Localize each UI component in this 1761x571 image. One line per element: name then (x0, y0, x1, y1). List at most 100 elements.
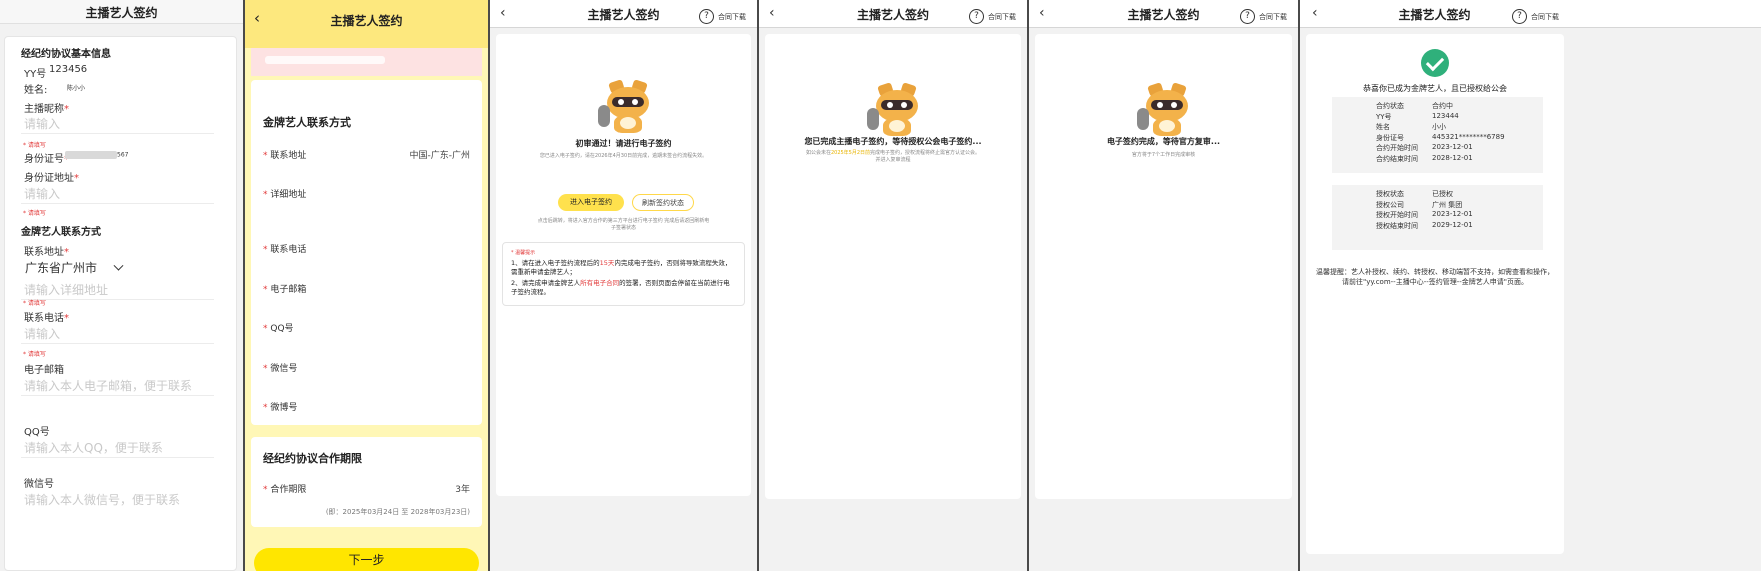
panel-esign-start: ‹ 主播艺人签约 ? 合同下载 初审通过！请进行电子签约 您已进入电子签约，请在… (490, 0, 757, 571)
contract-row-value: 小小 (1432, 123, 1446, 131)
contract-row-key: YY号 (1376, 112, 1392, 121)
page-title: 主播艺人签约 (587, 8, 660, 22)
section-title-contact: 金牌艺人联系方式 (263, 116, 351, 129)
id-address-input[interactable]: 请输入 (24, 185, 60, 202)
auth-row-key: 授权状态 (1376, 190, 1404, 198)
id-number-value[interactable]: 567 (65, 151, 128, 159)
panel-await-review: ‹ 主播艺人签约 ? 合同下载 电子签约完成，等待官方复审... 官方将于7个工… (1029, 0, 1298, 571)
contract-row-key: 姓名 (1376, 123, 1390, 131)
wechat-label: 微信号 (24, 479, 54, 490)
required-tip: * 请填写 (23, 142, 46, 149)
nav-bar: ‹ 主播艺人签约 ? 合同下载 (490, 0, 757, 28)
auth-row-value: 2029-12-01 (1432, 220, 1473, 229)
contact-address-label: 联系地址* (24, 247, 69, 258)
email-input[interactable]: 请输入本人电子邮箱，便于联系 (24, 377, 192, 394)
page-title: 主播艺人签约 (85, 6, 158, 20)
name-label: 姓名: (24, 85, 48, 96)
contract-row-value: 445321********6789 (1432, 132, 1505, 141)
status-description: 如公会未在2025年5月2日前完成电子签约，授权流程将终止需官方认证公会。并进入… (805, 150, 981, 163)
status-title: 电子签约完成，等待官方复审... (1106, 137, 1221, 146)
status-card: 初审通过！请进行电子签约 您已进入电子签约，请在2026年4月30日前完成，逾期… (496, 34, 751, 496)
reminder-line-1: 温馨提醒：艺人补授权、续约、转授权、移动端暂不支持，如需查看和操作， (1316, 268, 1554, 276)
esign-hint: 点击后跳转，将进入官方合作的第三方平台进行电子签约 完成后请返回刷新电子签署状态 (537, 218, 710, 231)
status-card: 电子签约完成，等待官方复审... 官方将于7个工作日完成审核 (1035, 34, 1292, 499)
contract-info-box: 合约状态 合约中 YY号 123444 姓名 小小 身份证号 445321********67… (1332, 97, 1543, 173)
period-label: * 合作期限 (263, 485, 307, 495)
reminder-line-2: 请前往"yy.com--主播中心--签约管理--金牌艺人申请"页面。 (1341, 278, 1529, 286)
divider (21, 395, 214, 396)
warm-tips-box: * 温馨提示 1、请在进入电子签约流程后的15天内完成电子签约，否则将导致流程失… (502, 242, 745, 306)
contract-row-key: 合约状态 (1376, 102, 1404, 110)
status-title: 您已完成主播电子签约，等待授权公会电子签约... (804, 137, 982, 146)
divider (21, 133, 214, 134)
screenshot-strip: 主播艺人签约 经纪约协议基本信息 YY号 123456 姓名: 陈小小 主播昵称… (0, 0, 1761, 571)
yy-label: YY号 (24, 69, 47, 80)
status-card: 您已完成主播电子签约，等待授权公会电子签约... 如公会未在2025年5月2日前… (765, 34, 1021, 499)
next-button[interactable]: 下一步 (254, 548, 479, 571)
contract-row-key: 身份证号 (1376, 133, 1404, 142)
panel-form-basic: 主播艺人签约 经纪约协议基本信息 YY号 123456 姓名: 陈小小 主播昵称… (0, 0, 243, 571)
nickname-input[interactable]: 请输入 (24, 115, 60, 132)
status-description: 官方将于7个工作日完成审核 (1131, 152, 1196, 158)
phone-input[interactable]: 请输入 (24, 325, 60, 342)
period-value[interactable]: 3年 (455, 482, 470, 495)
yy-value: 123456 (49, 64, 88, 75)
scrolled-row-fragment (251, 48, 482, 76)
authorization-info-box: 授权状态 已授权 授权公司 广州 集团 授权开始时间 2023-12-01 授权结束时间 20… (1332, 185, 1543, 250)
auth-row-key: 授权公司 (1376, 200, 1404, 209)
chevron-down-icon (113, 260, 124, 271)
wechat-label: * 微信号 (263, 364, 298, 374)
panel-await-guild: ‹ 主播艺人签约 ? 合同下载 您已完成主播电子签约，等待授权公会电子签约...… (759, 0, 1027, 571)
wechat-input[interactable]: 请输入本人微信号，便于联系 (24, 491, 180, 508)
result-card: 恭喜你已成为金牌艺人，且已授权给公会 合约状态 合约中 YY号 123444 姓名 小小身… (1306, 34, 1564, 554)
id-address-label: 身份证地址* (24, 173, 79, 184)
contract-row-value: 2028-12-01 (1432, 153, 1473, 162)
contract-download-link[interactable]: 合同下载 (1259, 12, 1287, 22)
form-card: 经纪约协议基本信息 YY号 123456 姓名: 陈小小 主播昵称* 请输入 *… (4, 36, 237, 571)
help-icon[interactable]: ? (1240, 9, 1255, 24)
qq-input[interactable]: 请输入本人QQ，便于联系 (24, 439, 163, 456)
warm-tips-title: * 温馨提示 (511, 250, 536, 256)
refresh-status-button[interactable]: 刷新签约状态 (632, 194, 694, 211)
mascot-raccoon-icon (1137, 82, 1195, 138)
address-label: * 联系地址 (263, 151, 307, 161)
address-value[interactable]: 中国-广东-广州 (410, 148, 471, 161)
divider (21, 299, 214, 300)
nav-bar: 主播艺人签约 (0, 0, 243, 24)
page-title: 主播艺人签约 (1398, 8, 1471, 22)
contract-download-link[interactable]: 合同下载 (1531, 12, 1559, 22)
contract-download-link[interactable]: 合同下载 (988, 12, 1016, 22)
phone-label: 联系电话* (24, 313, 69, 324)
page-title: 主播艺人签约 (1127, 8, 1200, 22)
help-icon[interactable]: ? (699, 9, 714, 24)
contact-address-select[interactable]: 广东省广州市 (25, 259, 124, 276)
auth-row-key: 授权开始时间 (1376, 211, 1418, 219)
enter-esign-button[interactable]: 进入电子签约 (558, 194, 624, 211)
detail-address-input[interactable]: 请输入详细地址 (24, 281, 108, 298)
divider (21, 343, 214, 344)
contract-download-link[interactable]: 合同下载 (718, 12, 746, 22)
warm-tip-2: 2、请完成申请金牌艺人所有电子合同的签署，否则页面会停留在当前进行电子签约流程。 (511, 279, 730, 296)
page-title: 主播艺人签约 (330, 14, 403, 28)
nickname-label: 主播昵称* (24, 104, 69, 115)
warm-tip-1: 1、请在进入电子签约流程后的15天内完成电子签约，否则将导致流程失效，需重新申请… (511, 259, 732, 276)
nav-bar: ‹ 主播艺人签约 (245, 0, 488, 48)
detail-address-label: * 详细地址 (263, 190, 307, 200)
auth-row-value: 2023-12-01 (1432, 210, 1473, 218)
divider (21, 457, 214, 458)
nav-bar: ‹ 主播艺人签约 ? 合同下载 (1029, 0, 1298, 28)
status-title: 初审通过！请进行电子签约 (575, 139, 672, 148)
phone-label: * 联系电话 (263, 245, 307, 255)
required-tip: * 请填写 (23, 300, 46, 307)
divider (21, 203, 214, 204)
contact-card: 金牌艺人联系方式 * 联系地址 中国-广东-广州 * 详细地址 * 联系电话 *… (251, 80, 482, 425)
auth-row-value: 广州 集团 (1432, 200, 1463, 209)
weibo-label: * 微博号 (263, 403, 298, 413)
section-title-contact: 金牌艺人联系方式 (21, 227, 101, 238)
auth-row-value: 已授权 (1432, 190, 1453, 198)
warm-reminder: 温馨提醒：艺人补授权、续约、转授权、移动端暂不支持，如需查看和操作， 请前往"y… (1310, 267, 1560, 287)
help-icon[interactable]: ? (969, 9, 984, 24)
success-check-icon (1421, 49, 1449, 77)
help-icon[interactable]: ? (1512, 9, 1527, 24)
section-title-period: 经纪约协议合作期限 (263, 452, 362, 465)
